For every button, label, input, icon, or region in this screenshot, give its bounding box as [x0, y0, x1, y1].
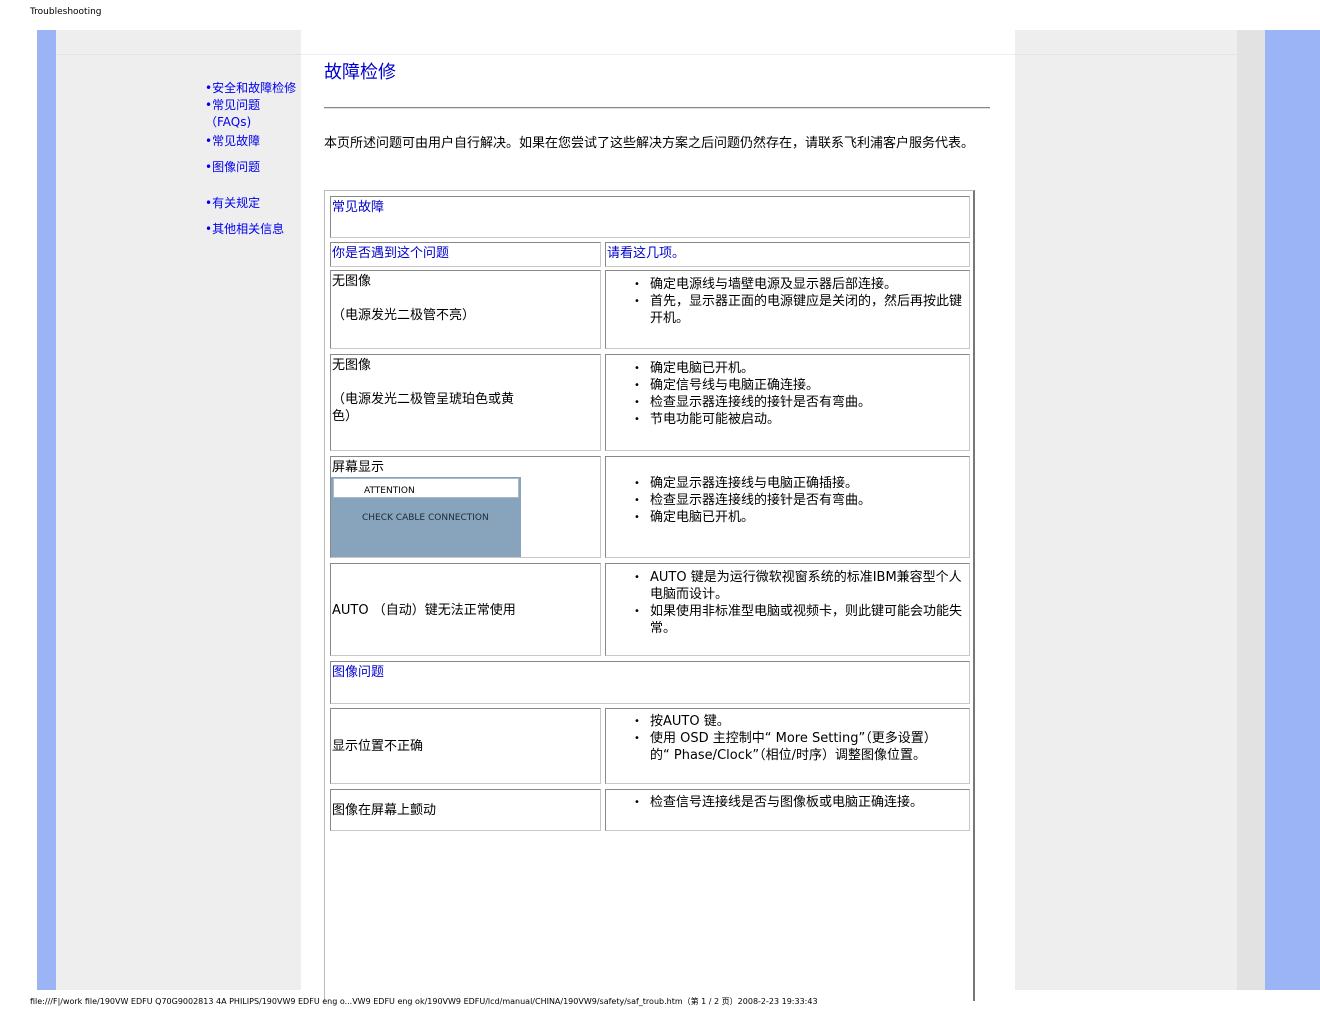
window-title: Troubleshooting: [30, 7, 102, 17]
right-panel-divider: [1015, 54, 1265, 55]
problem-detail: （电源发光二极管呈琥珀色或黄色）: [332, 392, 515, 424]
sidebar-item-regulatory[interactable]: •有关规定: [205, 195, 297, 212]
solution-item: 如果使用非标准型电脑或视频卡，则此键可能会功能失常。: [634, 603, 969, 637]
table-row-solution: 按AUTO 键。 使用 OSD 主控制中“ More Setting”（更多设置…: [605, 708, 970, 784]
title-divider: [324, 107, 990, 109]
column-header-check: 请看这几项。: [605, 242, 970, 267]
osd-attention-screenshot: ATTENTION CHECK CABLE CONNECTION: [331, 477, 521, 557]
sidebar-item-faqs[interactable]: •常见问题（FAQs): [205, 97, 297, 131]
solution-item: 确定信号线与电脑正确连接。: [634, 377, 969, 394]
section-title-common: 常见故障: [332, 200, 385, 215]
problem-text: 图像在屏幕上颤动: [332, 803, 437, 818]
table-row-problem: 无图像 （电源发光二极管呈琥珀色或黄色）: [330, 354, 601, 451]
solution-item: 确定电脑已开机。: [634, 509, 969, 526]
solution-item: 检查显示器连接线的接针是否有弯曲。: [634, 492, 969, 509]
solution-item: 确定显示器连接线与电脑正确插接。: [634, 475, 969, 492]
solution-item: 确定电源线与墙壁电源及显示器后部连接。: [634, 276, 969, 293]
table-row-problem: AUTO （自动）键无法正常使用: [330, 563, 601, 656]
table-row-solution: 确定电源线与墙壁电源及显示器后部连接。 首先，显示器正面的电源键应是关闭的，然后…: [605, 270, 970, 349]
sidebar-item-image-problems[interactable]: •图像问题: [205, 159, 297, 176]
problem-text: 显示位置不正确: [332, 739, 424, 754]
left-panel-divider: [56, 54, 301, 55]
table-row-solution: 检查信号连接线是否与图像板或电脑正确连接。: [605, 789, 970, 831]
solution-item: 节电功能可能被启动。: [634, 411, 969, 428]
intro-text: 本页所述问题可由用户自行解决。如果在您尝试了这些解决方案之后问题仍然存在，请联系…: [324, 136, 975, 151]
table-row-solution: 确定电脑已开机。 确定信号线与电脑正确连接。 检查显示器连接线的接针是否有弯曲。…: [605, 354, 970, 451]
problem-text: AUTO （自动）键无法正常使用: [332, 603, 516, 618]
footer-file-path: file:///F|/work file/190VW EDFU Q70G9002…: [30, 997, 818, 1006]
solution-item: 确定电脑已开机。: [634, 360, 969, 377]
osd-attention-title: ATTENTION: [364, 486, 415, 496]
right-sidebar-panel: [1015, 30, 1265, 990]
solution-item: 使用 OSD 主控制中“ More Setting”（更多设置）的“ Phase…: [634, 730, 969, 764]
sidebar-item-other-info[interactable]: •其他相关信息: [205, 221, 297, 238]
solution-item: 检查信号连接线是否与图像板或电脑正确连接。: [634, 794, 969, 811]
table-row-problem: 显示位置不正确: [330, 708, 601, 784]
osd-attention-bar: ATTENTION: [333, 478, 519, 498]
section-title-image: 图像问题: [332, 665, 385, 680]
table-row-problem: 无图像 （电源发光二极管不亮）: [330, 270, 601, 349]
solution-item: 首先，显示器正面的电源键应是关闭的，然后再按此键开机。: [634, 293, 969, 327]
right-accent-band: [1265, 30, 1320, 990]
problem-text: 屏幕显示: [332, 460, 385, 475]
sidebar-nav: •安全和故障检修 •常见问题（FAQs) •常见故障 •图像问题 •有关规定 •…: [205, 80, 297, 238]
left-accent-band: [37, 30, 56, 990]
sidebar-item-safety[interactable]: •安全和故障检修: [205, 80, 297, 97]
section-header-common: 常见故障: [330, 196, 970, 238]
right-panel-stripe: [1237, 30, 1265, 990]
table-row-solution: AUTO 键是为运行微软视窗系统的标准IBM兼容型个人电脑而设计。 如果使用非标…: [605, 563, 970, 656]
solution-item: AUTO 键是为运行微软视窗系统的标准IBM兼容型个人电脑而设计。: [634, 569, 969, 603]
problem-text: 无图像: [332, 274, 372, 289]
section-header-image: 图像问题: [330, 661, 970, 704]
sidebar-item-common-problems[interactable]: •常见故障: [205, 133, 297, 150]
table-row-solution: 确定显示器连接线与电脑正确插接。 检查显示器连接线的接针是否有弯曲。 确定电脑已…: [605, 456, 970, 558]
solution-item: 检查显示器连接线的接针是否有弯曲。: [634, 394, 969, 411]
table-row-problem: 图像在屏幕上颤动: [330, 789, 601, 831]
problem-detail: （电源发光二极管不亮）: [332, 308, 476, 323]
solution-item: 按AUTO 键。: [634, 713, 969, 730]
page-title: 故障检修: [324, 62, 396, 83]
problem-text: 无图像: [332, 358, 372, 373]
osd-attention-message: CHECK CABLE CONNECTION: [362, 513, 489, 523]
table-row-problem: 屏幕显示 ATTENTION CHECK CABLE CONNECTION: [330, 456, 601, 558]
column-header-problem: 你是否遇到这个问题: [330, 242, 601, 267]
main-panel-divider: [301, 54, 1015, 55]
